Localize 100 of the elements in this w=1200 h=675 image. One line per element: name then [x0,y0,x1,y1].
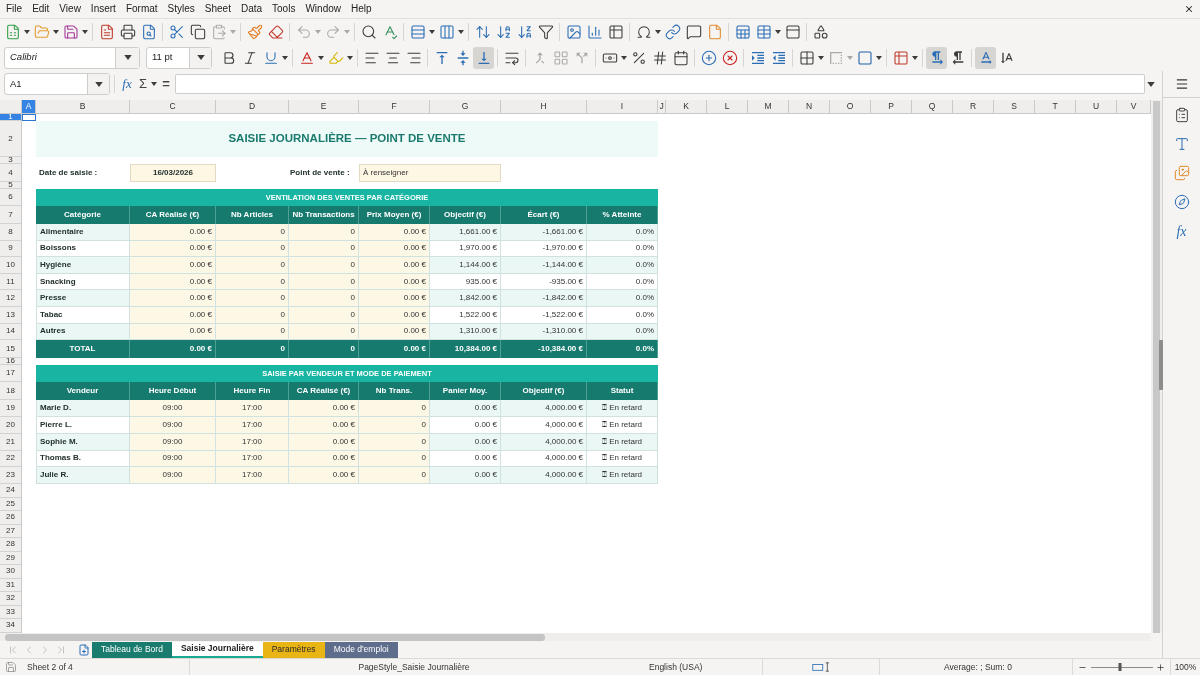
sheet-tab[interactable]: Paramètres [262,641,325,658]
zoom-level: 100% [1174,660,1197,674]
zoom-in-button[interactable] [1155,661,1166,673]
name-box-field[interactable]: A1 [4,73,110,95]
row-header[interactable]: 23 [0,467,21,485]
table-cell: 0.0% [587,224,658,241]
table-cell: 0.0% [587,290,658,307]
horizontal-scrollbar[interactable] [0,633,1151,641]
menu-item[interactable]: Sheet [199,1,236,17]
document-icon [98,23,115,40]
row-header[interactable]: 1 [0,114,21,121]
close-icon [1184,4,1194,14]
clipboard-icon [210,23,227,40]
table-cell: 0.00 € [130,257,216,274]
row-header[interactable]: 21 [0,433,21,451]
font-name-field[interactable]: Calibri [4,46,140,69]
table-cell: 0.00 € [130,224,216,241]
sum-button[interactable]: Σ [137,74,149,94]
table-cell: Marie D. [36,400,130,417]
formula-button[interactable]: = [160,74,172,94]
row-header[interactable]: 20 [0,416,21,434]
table-cell: 0.00 € [430,400,501,417]
row-header[interactable]: 3 [0,157,21,164]
search-icon [360,23,377,40]
zoom-slider[interactable] [1090,662,1153,672]
row-header[interactable]: 12 [0,290,21,307]
formula-input-field[interactable] [175,74,1145,94]
row-header[interactable]: 7 [0,206,21,224]
zoom-slider-thumb[interactable] [1118,663,1122,671]
menu-item[interactable]: Styles [162,1,200,17]
table-cell: 1,842.00 € [430,290,501,307]
page-icon [706,23,723,40]
menu-item[interactable]: Data [235,1,268,17]
table-cell: 17:00 [216,400,289,417]
sheet-tab[interactable]: Saisie Journalière [171,641,263,658]
dropdown-button[interactable] [87,74,109,94]
add-sheet-button[interactable] [77,642,91,657]
table-cell: 0 [216,257,289,274]
sheet-position: Sheet 2 of 4 [27,660,73,674]
caret-icon [818,55,824,60]
row-header[interactable]: 15 [0,340,21,359]
row-header[interactable]: 11 [0,273,21,291]
row-header[interactable]: 6 [0,189,21,206]
row-header[interactable]: 30 [0,565,21,579]
menu-item[interactable]: Format [120,1,163,17]
row-header[interactable]: 4 [0,164,21,182]
row-header[interactable]: 27 [0,524,21,539]
row-header[interactable]: 2 [0,121,21,157]
functions-button[interactable]: fx [1169,219,1194,243]
row-header[interactable]: 18 [0,382,21,401]
caret-icon [53,29,59,34]
dropdown-button[interactable] [115,47,139,68]
menu-item[interactable]: Insert [85,1,121,17]
scrollbar-thumb[interactable] [5,633,545,641]
row-header[interactable]: 25 [0,497,21,512]
row-header[interactable]: 16 [0,358,21,366]
column-header[interactable]: A [22,100,36,114]
row-header[interactable]: 33 [0,605,21,620]
table-cell: Alimentaire [36,224,130,241]
row-header[interactable]: 22 [0,450,21,468]
align-bottom-button[interactable] [473,46,494,69]
date-label: Date de saisie : [38,167,99,179]
selection-mode-icon [811,662,831,672]
row-header[interactable]: 5 [0,182,21,189]
row-header[interactable]: 14 [0,323,21,341]
menu-item[interactable]: View [54,1,86,17]
row-header[interactable]: 19 [0,400,21,417]
row-header[interactable]: 24 [0,484,21,498]
font-size-field[interactable]: 11 pt [146,46,212,69]
function-wizard-button[interactable]: fx [119,74,135,94]
row-header[interactable]: 10 [0,257,21,274]
row-header[interactable]: 28 [0,538,21,552]
menu-item[interactable]: Help [346,1,377,17]
sheet-tab[interactable]: Tableau de Bord [92,641,172,658]
row-header[interactable]: 29 [0,551,21,566]
row-header[interactable]: 17 [0,365,21,383]
row-header[interactable]: 8 [0,224,21,241]
row-header[interactable]: 9 [0,240,21,258]
menu-item[interactable]: Tools [267,1,301,17]
sidebar-handle[interactable] [1159,340,1163,390]
caret-icon [621,55,627,60]
row-header[interactable]: 31 [0,578,21,593]
menu-item[interactable]: File [1,1,28,17]
row-header[interactable]: 13 [0,306,21,324]
table-cell: -1,144.00 € [501,257,587,274]
scissors-icon [168,23,185,40]
menu-item[interactable]: Edit [27,1,55,17]
row-header[interactable]: 34 [0,619,21,633]
column-heading: Objectif (€) [430,206,501,224]
dropdown-button[interactable] [189,47,211,68]
left-to-right-button[interactable] [926,46,947,69]
menu-item[interactable]: Window [300,1,346,17]
row-header[interactable]: 32 [0,592,21,606]
column-heading: Prix Moyen (€) [359,206,430,224]
horizontal-text-button[interactable] [975,46,996,69]
row-header[interactable]: 26 [0,511,21,525]
file-plus-icon [78,643,90,656]
plus-circle-icon [700,49,717,66]
spreadsheet-icon [4,23,21,40]
sheet-tab[interactable]: Mode d'emploi [324,641,398,658]
